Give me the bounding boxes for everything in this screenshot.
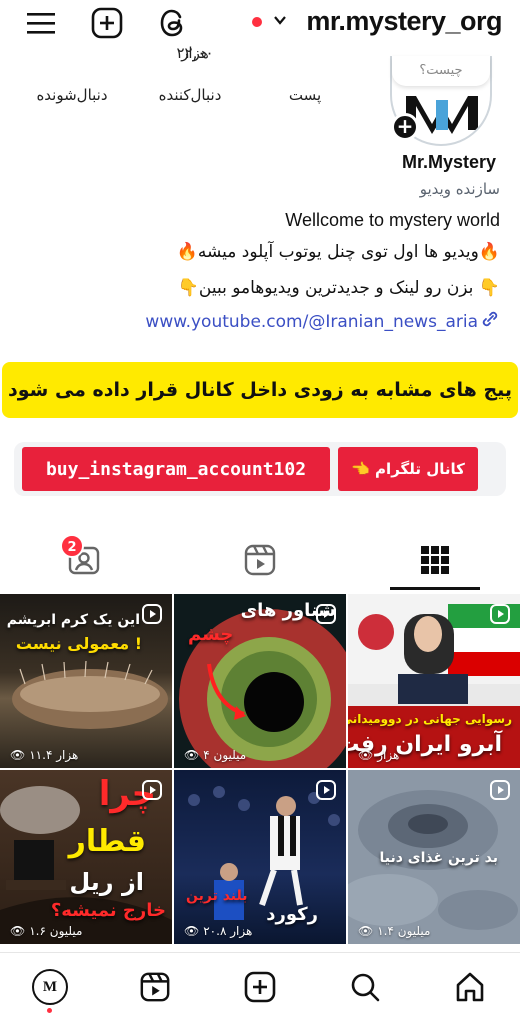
view-count: 👁 ۱.۴ میلیون [358, 924, 431, 938]
profile-link[interactable]: www.youtube.com/@Iranian_news_aria [145, 310, 500, 333]
posts-label[interactable]: پست [255, 86, 355, 104]
post-title-4d: خارج نمیشه؟ [50, 900, 166, 921]
profile-avatar-icon: M [32, 969, 68, 1005]
telegram-channel-button[interactable]: کانال تلگرام 👈 [338, 447, 478, 491]
reel-icon [316, 604, 336, 628]
home-icon [456, 972, 484, 1002]
post-tile[interactable]: این یک کرم ابریشم معمولی نیست ! 👁 ۱۱.۴ هز… [0, 594, 172, 768]
tab-reels[interactable] [200, 530, 320, 590]
threads-icon[interactable] [156, 6, 190, 40]
following-label[interactable]: دنبال‌شونده [22, 86, 122, 104]
profile-category: سازنده ویدیو [419, 180, 500, 198]
note-bubble[interactable]: چیست؟ [392, 56, 490, 86]
top-bar: mr.mystery_org [0, 0, 520, 48]
posts-grid: این یک کرم ابریشم معمولی نیست ! 👁 ۱۱.۴ هز… [0, 594, 520, 946]
announcement-banner: پیج های مشابه به زودی داخل کانال قرار دا… [0, 362, 520, 418]
tagged-count-badge: 2 [60, 534, 84, 558]
reel-icon [316, 780, 336, 804]
profile-name: Mr.Mystery [401, 152, 496, 172]
create-icon[interactable] [90, 6, 124, 40]
post-title-1a: این یک کرم ابریشم [6, 612, 140, 628]
add-story-icon[interactable]: + [391, 113, 419, 141]
username[interactable]: mr.mystery_org [306, 6, 502, 37]
view-count: 👁 ۱۱.۴ هزار [10, 748, 79, 762]
menu-icon[interactable] [24, 6, 58, 40]
post-tile[interactable]: شناور های چشم 👁 ۴ میلیون [174, 594, 346, 768]
reels-nav[interactable] [135, 967, 175, 1007]
grid-icon [421, 546, 449, 574]
tab-tagged[interactable] [24, 530, 144, 590]
reel-icon [490, 780, 510, 804]
followers-count: ۲۲,۰۰ [176, 44, 214, 62]
bio-line-3: 👇 بزن رو لینک و جدیدترین ویدیوهامو ببین👇 [177, 278, 500, 298]
post-title-5b: بلند ترین [186, 888, 248, 904]
post-tile[interactable]: رسوایی جهانی در دوومیدانی آبرو ایران رفت… [348, 594, 520, 768]
bio-line-2: 🔥ویدیو ها اول توی چنل یوتوب آپلود میشه🔥 [176, 242, 500, 262]
eye-icon: 👁 [184, 924, 200, 938]
eye-icon: 👁 [358, 748, 374, 762]
reels-icon [244, 544, 276, 576]
eye-icon: 👁 [10, 748, 26, 762]
post-title-2b: چشم [188, 624, 234, 645]
notification-dot [47, 1008, 52, 1013]
bottom-navigation: M [0, 952, 520, 1024]
link-icon [480, 310, 500, 333]
status-dot [252, 17, 262, 27]
eye-icon: 👁 [358, 924, 374, 938]
eye-icon: 👁 [184, 748, 200, 762]
search-icon [351, 973, 380, 1002]
view-count: 👁 ۱.۶ میلیون [10, 924, 83, 938]
buy-account-button[interactable]: buy_instagram_account102 [22, 447, 330, 491]
search-nav[interactable] [345, 967, 385, 1007]
announcement-text: پیج های مشابه به زودی داخل کانال قرار دا… [2, 362, 518, 418]
link-url[interactable]: www.youtube.com/@Iranian_news_aria [145, 312, 478, 332]
post-tile[interactable]: بد ترین غذای دنیا 👁 ۱.۴ میلیون [348, 770, 520, 944]
post-tile[interactable]: چرا قطار از ریل خارج نمیشه؟ 👁 ۱.۶ میلیون [0, 770, 172, 944]
view-count: 👁 ۴ میلیون [184, 748, 247, 762]
bio-line-1: Wellcome to mystery world [285, 210, 500, 230]
active-tab-indicator [390, 587, 480, 590]
reel-icon [142, 780, 162, 804]
profile-nav[interactable]: M [30, 967, 70, 1007]
create-post-icon [244, 971, 276, 1003]
post-title-1b: معمولی نیست ! [15, 634, 142, 653]
view-count: 👁 ۲۰.۸ هزار [184, 924, 253, 938]
followers-label[interactable]: دنبال‌کننده [140, 86, 240, 104]
post-title-4c: از ریل [69, 868, 144, 896]
action-buttons-row: buy_instagram_account102 کانال تلگرام 👈 [14, 442, 506, 496]
post-tile[interactable]: رکورد بلند ترین 👁 ۲۰.۸ هزار [174, 770, 346, 944]
post-title-6: بد ترین غذای دنیا [379, 850, 498, 866]
post-title-3a: رسوایی جهانی در دوومیدانی [348, 712, 512, 726]
reels-icon [140, 972, 170, 1002]
post-title-4b: قطار [68, 824, 146, 859]
reel-icon [490, 604, 510, 628]
home-nav[interactable] [450, 967, 490, 1007]
tab-grid[interactable] [375, 530, 495, 590]
post-title-5a: رکورد [266, 904, 318, 925]
reel-icon [142, 604, 162, 628]
chevron-down-icon[interactable] [272, 12, 288, 32]
create-nav[interactable] [240, 967, 280, 1007]
eye-icon: 👁 [10, 924, 26, 938]
view-count: 👁 هزار [358, 748, 400, 762]
